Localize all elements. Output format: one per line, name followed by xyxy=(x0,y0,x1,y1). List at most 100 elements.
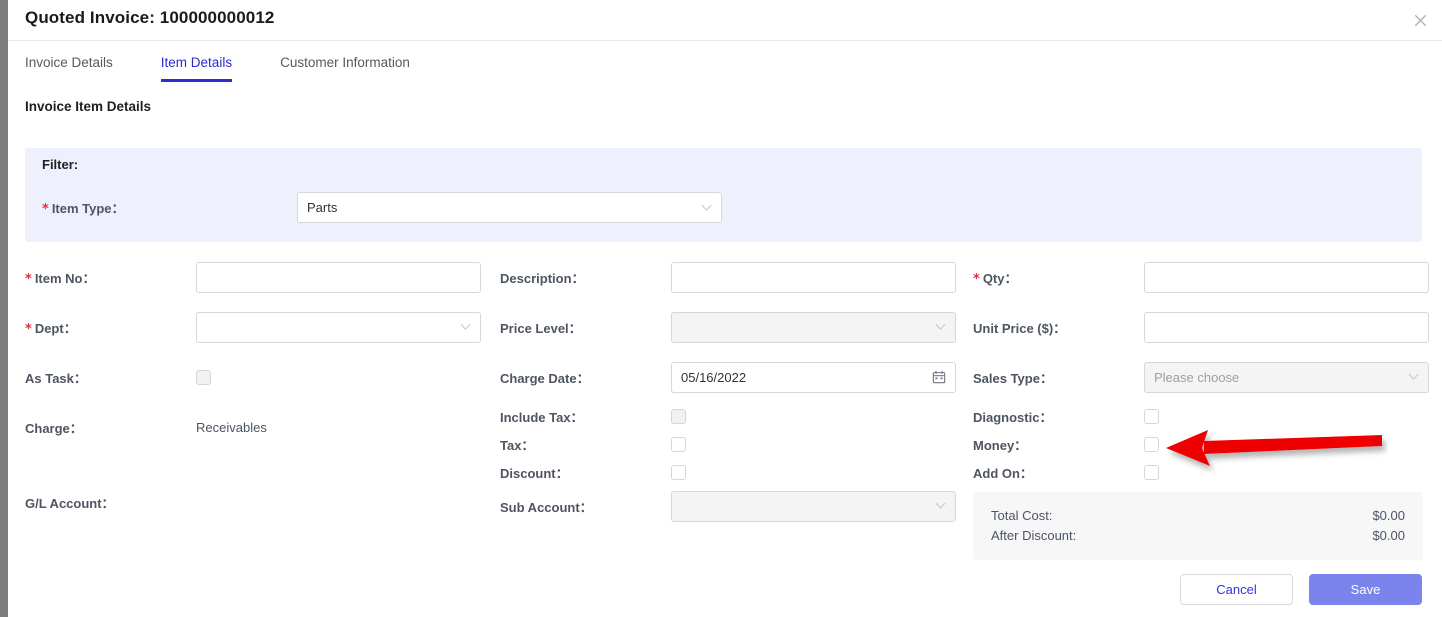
required-asterisk: * xyxy=(973,271,980,287)
charge-date-value: 05/16/2022 xyxy=(681,369,747,385)
item-no-label-text: Item No： xyxy=(34,270,96,286)
quoted-invoice-modal: Quoted Invoice: 100000000012 Invoice Det… xyxy=(8,0,1442,617)
field-charge: Charge： Receivables xyxy=(25,402,500,452)
include-tax-checkbox[interactable] xyxy=(671,408,686,424)
dept-select[interactable] xyxy=(196,311,481,343)
tax-checkbox[interactable] xyxy=(671,436,686,452)
item-no-label: * Item No： xyxy=(25,268,196,287)
chevron-down-icon xyxy=(1408,373,1419,380)
item-type-label-text: Item Type： xyxy=(51,201,125,216)
discount-label: Discount： xyxy=(500,465,569,481)
dialog-footer: Cancel Save xyxy=(1180,574,1422,605)
field-sub-account: Sub Account： xyxy=(500,486,975,526)
field-dept: * Dept： xyxy=(25,302,500,352)
after-discount-row: After Discount: $0.00 xyxy=(991,526,1405,546)
totals-summary: Total Cost: $0.00 After Discount: $0.00 xyxy=(973,492,1423,560)
tab-invoice-details[interactable]: Invoice Details xyxy=(25,41,113,82)
chevron-down-icon xyxy=(460,323,471,330)
money-checkbox[interactable] xyxy=(1144,436,1159,452)
field-item-no: * Item No： xyxy=(25,252,500,302)
field-include-tax: Include Tax： xyxy=(500,402,975,430)
field-add-on: Add On： xyxy=(973,458,1442,486)
description-input[interactable] xyxy=(671,261,956,293)
form-column-right: * Qty： Unit Price ($)： Sales Type： Pleas… xyxy=(973,252,1442,486)
diagnostic-label: Diagnostic： xyxy=(973,409,1053,425)
required-asterisk: * xyxy=(25,321,32,337)
qty-input[interactable] xyxy=(1144,261,1429,293)
sales-type-value: Please choose xyxy=(1154,369,1240,385)
total-cost-value: $0.00 xyxy=(1372,508,1405,523)
tab-item-details[interactable]: Item Details xyxy=(160,41,233,82)
after-discount-label: After Discount: xyxy=(991,528,1077,543)
modal-backdrop xyxy=(0,0,8,617)
item-type-value: Parts xyxy=(307,200,338,215)
price-level-select[interactable] xyxy=(671,311,956,343)
as-task-checkbox[interactable] xyxy=(196,369,211,385)
calendar-icon[interactable] xyxy=(932,370,946,384)
item-type-select[interactable]: Parts xyxy=(297,192,722,223)
required-asterisk: * xyxy=(25,271,32,287)
field-qty: * Qty： xyxy=(973,252,1442,302)
item-no-input[interactable] xyxy=(196,261,481,293)
field-tax: Tax： xyxy=(500,430,975,458)
app-root: Quoted Invoice: 100000000012 Invoice Det… xyxy=(0,0,1442,617)
sales-type-select[interactable]: Please choose xyxy=(1144,361,1429,393)
unit-price-label: Unit Price ($)： xyxy=(973,320,1067,336)
field-discount: Discount： xyxy=(500,458,975,486)
field-money: Money： xyxy=(973,430,1442,458)
as-task-label: As Task： xyxy=(25,370,87,386)
sub-account-select[interactable] xyxy=(671,490,956,522)
chevron-down-icon xyxy=(701,204,712,211)
charge-label: Charge： xyxy=(25,420,83,436)
total-cost-label: Total Cost: xyxy=(991,508,1053,523)
form-column-left: * Item No： * Dept： As Task： Charge： Rece… xyxy=(25,252,500,516)
add-on-label: Add On： xyxy=(973,465,1033,481)
description-label: Description： xyxy=(500,270,585,286)
field-gl-account: G/L Account： xyxy=(25,488,500,516)
field-description: Description： xyxy=(500,252,975,302)
section-heading: Invoice Item Details xyxy=(25,99,152,114)
include-tax-label: Include Tax： xyxy=(500,409,584,425)
save-button[interactable]: Save xyxy=(1309,574,1422,605)
chevron-down-icon xyxy=(935,323,946,330)
after-discount-value: $0.00 xyxy=(1372,528,1405,543)
sub-account-label: Sub Account： xyxy=(500,499,593,515)
dept-label: * Dept： xyxy=(25,318,196,337)
required-asterisk: * xyxy=(42,202,49,217)
charge-date-label: Charge Date： xyxy=(500,370,590,386)
filter-panel: Filter: * Item Type： Parts xyxy=(25,148,1422,242)
page-title: Quoted Invoice: 100000000012 xyxy=(25,8,275,27)
filter-legend: Filter: xyxy=(42,157,79,172)
tab-customer-information[interactable]: Customer Information xyxy=(280,41,410,82)
field-sales-type: Sales Type： Please choose xyxy=(973,352,1442,402)
price-level-label: Price Level： xyxy=(500,320,582,336)
field-charge-date: Charge Date： 05/16/2022 xyxy=(500,352,975,402)
tab-bar: Invoice Details Item Details Customer In… xyxy=(8,41,1442,91)
filter-item-type-row: * Item Type： Parts xyxy=(42,192,722,223)
add-on-checkbox[interactable] xyxy=(1144,464,1159,480)
discount-checkbox[interactable] xyxy=(671,464,686,480)
charge-value: Receivables xyxy=(196,419,267,435)
charge-date-input[interactable]: 05/16/2022 xyxy=(671,361,956,393)
sales-type-label: Sales Type： xyxy=(973,370,1053,386)
qty-label-text: Qty： xyxy=(982,270,1018,286)
field-diagnostic: Diagnostic： xyxy=(973,402,1442,430)
dept-label-text: Dept： xyxy=(34,320,77,336)
form-column-middle: Description： Price Level： Charge Date： 0… xyxy=(500,252,975,526)
field-as-task: As Task： xyxy=(25,352,500,402)
diagnostic-checkbox[interactable] xyxy=(1144,408,1159,424)
field-spacer xyxy=(25,452,500,488)
field-price-level: Price Level： xyxy=(500,302,975,352)
qty-label: * Qty： xyxy=(973,268,1144,287)
gl-account-label: G/L Account： xyxy=(25,495,115,511)
close-icon[interactable] xyxy=(1408,8,1432,32)
cancel-button[interactable]: Cancel xyxy=(1180,574,1293,605)
item-type-label: * Item Type： xyxy=(42,198,297,217)
modal-header: Quoted Invoice: 100000000012 xyxy=(8,0,1442,41)
money-label: Money： xyxy=(973,437,1028,453)
unit-price-input[interactable] xyxy=(1144,311,1429,343)
total-cost-row: Total Cost: $0.00 xyxy=(991,506,1405,526)
field-unit-price: Unit Price ($)： xyxy=(973,302,1442,352)
chevron-down-icon xyxy=(935,502,946,509)
tax-label: Tax： xyxy=(500,437,535,453)
